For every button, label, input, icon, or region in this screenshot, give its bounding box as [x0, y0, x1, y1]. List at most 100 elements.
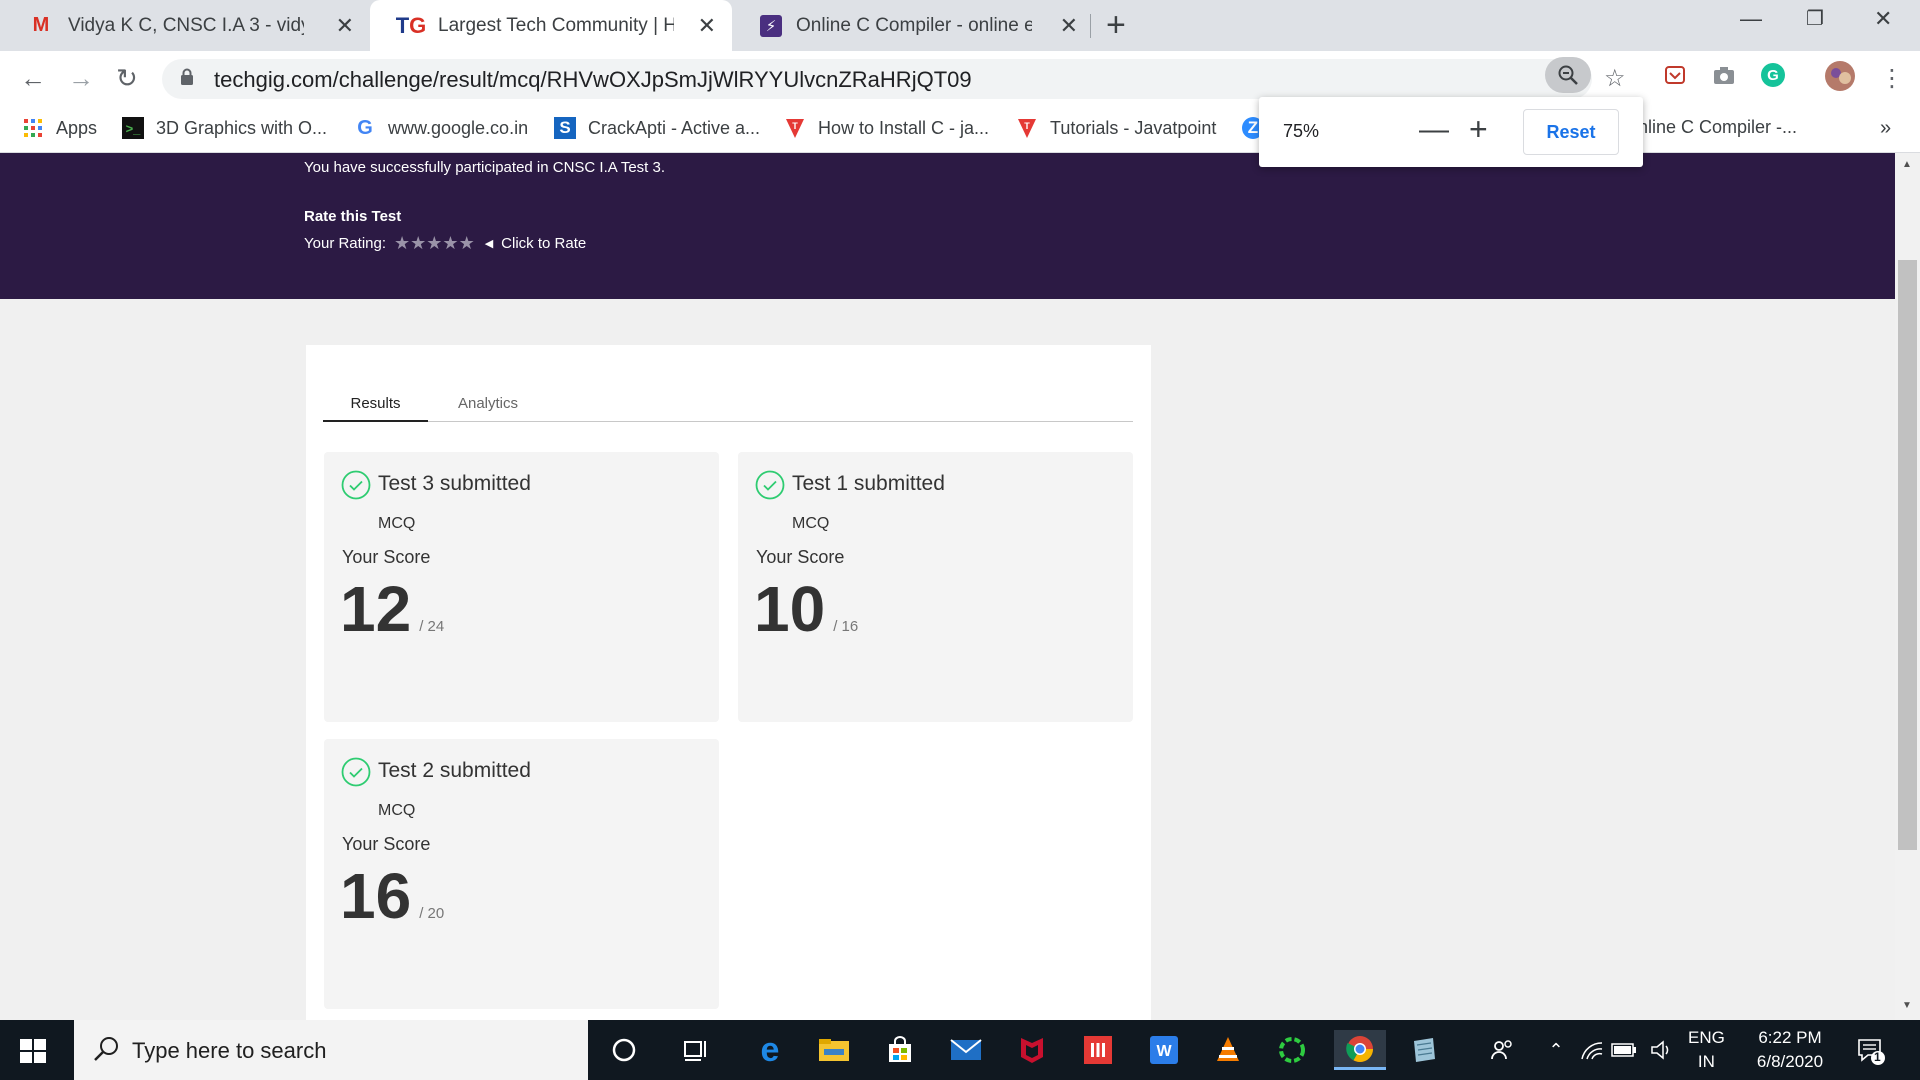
taskbar-search-box[interactable]: Type here to search	[74, 1020, 588, 1080]
chrome-menu-icon[interactable]: ⋮	[1880, 64, 1904, 93]
score-number: 12	[340, 573, 412, 645]
score-number: 16	[340, 860, 412, 932]
pocket-extension-icon[interactable]	[1664, 64, 1686, 92]
language-indicator[interactable]: ENG IN	[1688, 1026, 1725, 1074]
tab-analytics[interactable]: Analytics	[443, 395, 533, 422]
windows-start-icon[interactable]	[18, 1036, 48, 1066]
back-arrow-icon[interactable]: ←	[20, 63, 46, 94]
zoom-percent: 75%	[1283, 121, 1320, 141]
close-tab-icon[interactable]: ✕	[698, 13, 716, 39]
bookmark-label: Apps	[56, 117, 98, 138]
score-value: 16 / 20	[340, 859, 444, 933]
click-to-rate-label: Click to Rate	[501, 235, 587, 252]
score-total: / 24	[419, 618, 445, 635]
bookmark-3d-graphics[interactable]: >_ 3D Graphics with O...	[122, 117, 327, 139]
bookmark-apps[interactable]: Apps	[22, 117, 97, 139]
check-circle-icon	[755, 470, 785, 500]
reload-icon[interactable]: ↻	[116, 63, 138, 94]
search-icon	[94, 1037, 118, 1061]
check-circle-icon	[341, 470, 371, 500]
rating-stars[interactable]: ★★★★★	[394, 233, 475, 254]
cortana-icon[interactable]	[604, 1030, 644, 1070]
zoom-in-button[interactable]: +	[1469, 111, 1488, 148]
window-close-icon[interactable]: ✕	[1874, 6, 1892, 32]
new-tab-button[interactable]: +	[1106, 6, 1126, 45]
tab-techgig[interactable]: TG Largest Tech Community | Hacka ✕	[370, 0, 732, 51]
tab-title: Online C Compiler - online editor	[796, 14, 1032, 36]
caret-left-icon: ◀	[484, 238, 494, 250]
tab-online-compiler[interactable]: ⚡ Online C Compiler - online editor ✕	[732, 0, 1094, 51]
action-center-icon[interactable]: 1	[1856, 1036, 1886, 1066]
lock-icon	[181, 68, 193, 85]
tab-gmail[interactable]: M Vidya K C, CNSC I.A 3 - vidyakc1 ✕	[0, 0, 370, 51]
zoom-icon[interactable]	[1545, 57, 1591, 93]
volume-icon[interactable]	[1642, 1030, 1682, 1070]
tab-results[interactable]: Results	[323, 395, 428, 422]
result-banner: You have successfully participated in CN…	[0, 153, 1895, 299]
chrome-icon[interactable]	[1334, 1030, 1386, 1070]
profile-avatar[interactable]	[1824, 60, 1856, 98]
test-type: MCQ	[792, 515, 830, 532]
bookmark-label: How to Install C - ja...	[818, 117, 990, 138]
bookmark-tutorials-javatpoint[interactable]: T Tutorials - Javatpoint	[1016, 117, 1216, 139]
address-bar[interactable]: techgig.com/challenge/result/mcq/RHVwOXJ…	[162, 59, 1592, 99]
file-explorer-icon[interactable]	[814, 1030, 854, 1070]
tab-title: Vidya K C, CNSC I.A 3 - vidyakc1	[68, 14, 304, 36]
zoom-reset-button[interactable]: Reset	[1523, 109, 1619, 155]
battery-icon[interactable]	[1604, 1030, 1644, 1070]
bookmark-crackapti[interactable]: S CrackApti - Active a...	[554, 117, 760, 139]
result-tabs: Results Analytics	[323, 395, 1133, 422]
camera-extension-icon[interactable]	[1712, 64, 1736, 92]
javatpoint-icon: T	[1016, 117, 1038, 139]
windows-taskbar: Type here to search e W ⌃ ENG IN 6:22 PM…	[0, 1020, 1920, 1080]
close-tab-icon[interactable]: ✕	[1060, 13, 1078, 39]
rating-row: Your Rating: ★★★★★ ◀ Click to Rate	[304, 233, 586, 254]
restore-icon[interactable]: ❐	[1806, 6, 1824, 31]
bookmark-star-icon[interactable]: ☆	[1604, 64, 1626, 93]
grammarly-icon[interactable]: G	[1760, 62, 1786, 94]
bookmarks-overflow-icon[interactable]: »	[1880, 117, 1891, 140]
tab-separator	[1090, 14, 1091, 38]
bookmark-label: 3D Graphics with O...	[156, 117, 328, 138]
task-view-icon[interactable]	[676, 1030, 716, 1070]
score-total: / 20	[419, 905, 445, 922]
scrollbar-thumb[interactable]	[1898, 260, 1917, 850]
zoom-out-button[interactable]: —	[1419, 113, 1449, 147]
click-to-rate-link[interactable]: ◀ Click to Rate	[485, 235, 587, 252]
wps-writer-icon[interactable]: W	[1144, 1030, 1184, 1070]
microsoft-store-icon[interactable]	[880, 1030, 920, 1070]
scroll-up-arrow-icon[interactable]: ▲	[1902, 159, 1912, 170]
score-label: Your Score	[756, 547, 845, 567]
minimize-icon[interactable]: —	[1740, 6, 1762, 32]
svg-text:G: G	[1767, 67, 1779, 84]
vlc-icon[interactable]	[1208, 1030, 1248, 1070]
score-number: 10	[754, 573, 826, 645]
people-icon[interactable]	[1482, 1030, 1522, 1070]
page-content: You have successfully participated in CN…	[0, 153, 1895, 1020]
edge-icon[interactable]: e	[750, 1030, 790, 1070]
page-scrollbar[interactable]: ▲ ▼	[1895, 153, 1920, 1020]
mail-icon[interactable]	[946, 1030, 986, 1070]
submission-title: Test 2 submitted	[378, 759, 531, 782]
terminal-icon: >_	[122, 117, 144, 139]
test-type: MCQ	[378, 515, 416, 532]
bookmark-label: CrackApti - Active a...	[588, 117, 761, 138]
bookmark-online-compiler[interactable]: nline C Compiler -...	[1638, 117, 1797, 138]
google-icon: G	[357, 116, 373, 139]
show-hidden-icons-chevron-icon[interactable]: ⌃	[1536, 1030, 1576, 1070]
close-tab-icon[interactable]: ✕	[336, 13, 354, 39]
notepad-app-icon[interactable]	[1404, 1030, 1444, 1070]
red-app-icon[interactable]	[1078, 1030, 1118, 1070]
javatpoint-icon: T	[784, 117, 806, 139]
test-type: MCQ	[378, 802, 416, 819]
bookmark-install-c[interactable]: T How to Install C - ja...	[784, 117, 989, 139]
mcafee-icon[interactable]	[1012, 1030, 1052, 1070]
forward-arrow-icon[interactable]: →	[68, 63, 94, 94]
rate-title: Rate this Test	[304, 208, 402, 225]
scroll-down-arrow-icon[interactable]: ▼	[1902, 1000, 1912, 1011]
browser-tab-strip: M Vidya K C, CNSC I.A 3 - vidyakc1 ✕ TG …	[0, 0, 1920, 51]
system-clock[interactable]: 6:22 PM 6/8/2020	[1740, 1026, 1840, 1074]
check-circle-icon	[341, 757, 371, 787]
bookmark-google[interactable]: G www.google.co.in	[354, 117, 528, 139]
green-spinner-app-icon[interactable]	[1272, 1030, 1312, 1070]
